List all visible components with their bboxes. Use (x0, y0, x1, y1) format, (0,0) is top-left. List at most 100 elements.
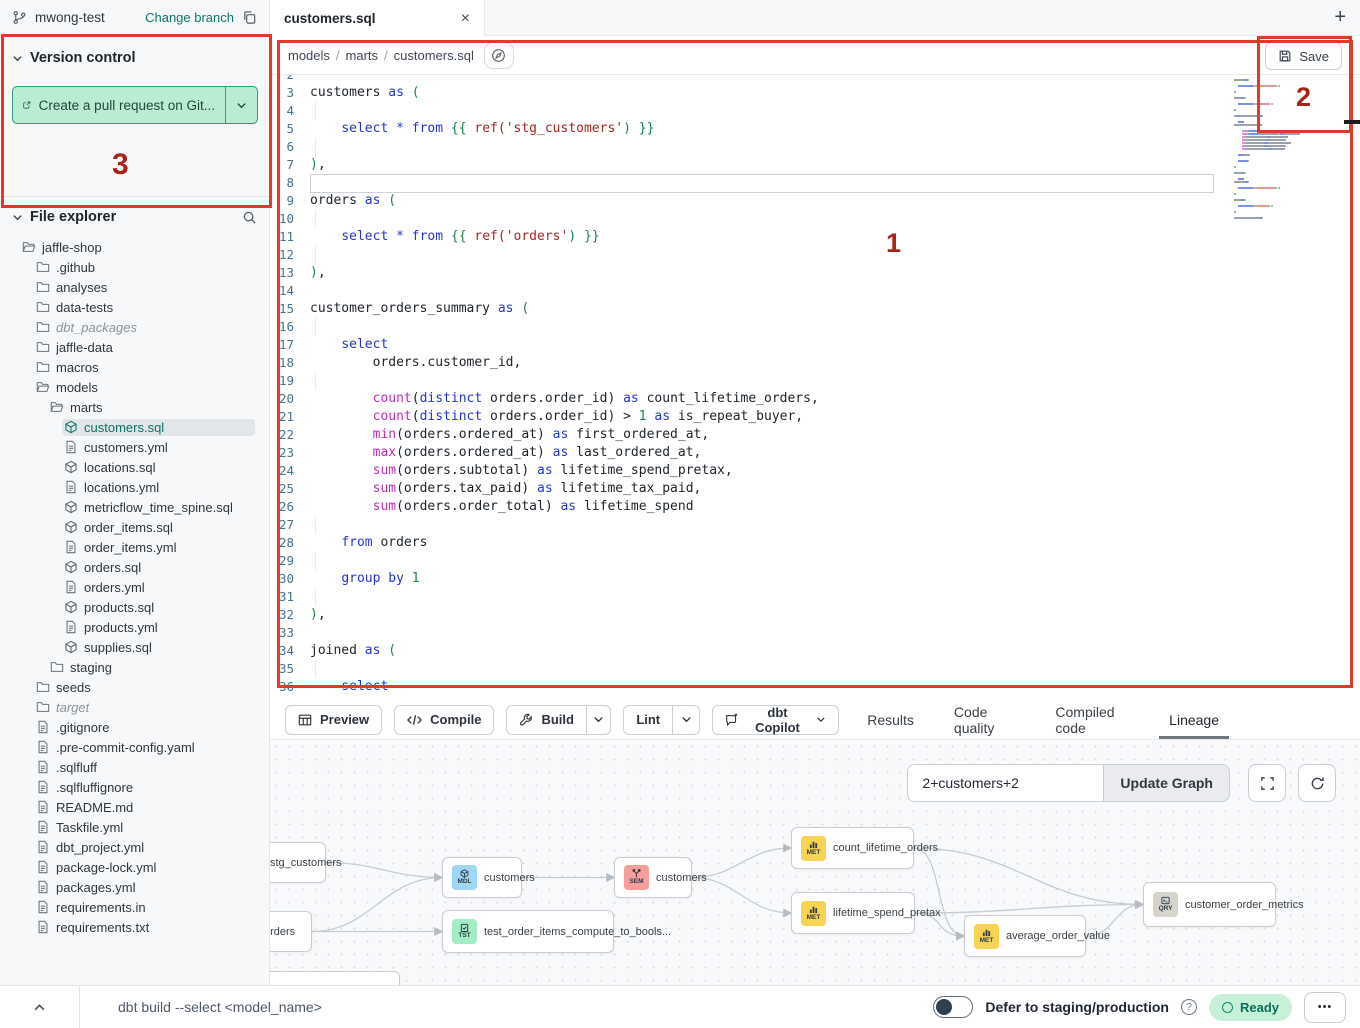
tree-item-jaffle-shop[interactable]: jaffle-shop (12, 237, 257, 257)
code-line-12[interactable]: 12 (270, 246, 1360, 264)
lint-caret-button[interactable] (672, 706, 699, 734)
tree-item-README.md[interactable]: README.md (12, 797, 257, 817)
tree-item-packages.yml[interactable]: packages.yml (12, 877, 257, 897)
code-line-2[interactable]: 2 (270, 75, 1360, 84)
version-control-header[interactable]: Version control (12, 50, 257, 66)
code-line-6[interactable]: 6 (270, 138, 1360, 156)
lineage-node-customer_order_metrics[interactable]: QRYcustomer_order_metrics (1143, 882, 1276, 927)
tree-item-customers.sql[interactable]: customers.sql (12, 417, 257, 437)
tree-item-order_items.sql[interactable]: order_items.sql (12, 517, 257, 537)
file-explorer-header[interactable]: File explorer (12, 209, 257, 225)
tree-item-orders.yml[interactable]: orders.yml (12, 577, 257, 597)
create-pull-request-button[interactable]: Create a pull request on Git... (12, 86, 258, 124)
tree-item-locations.sql[interactable]: locations.sql (12, 457, 257, 477)
build-button[interactable]: Build (507, 706, 586, 734)
code-line-4[interactable]: 4 (270, 102, 1360, 120)
save-button[interactable]: Save (1265, 42, 1342, 70)
preview-button[interactable]: Preview (285, 705, 382, 735)
code-line-34[interactable]: 34joined as ( (270, 642, 1360, 660)
code-line-19[interactable]: 19 (270, 372, 1360, 390)
lineage-node-orders[interactable]: MDLorders (270, 911, 312, 952)
code-line-13[interactable]: 13), (270, 264, 1360, 282)
code-line-26[interactable]: 26 sum(orders.order_total) as lifetime_s… (270, 498, 1360, 516)
tree-item-orders.sql[interactable]: orders.sql (12, 557, 257, 577)
code-line-14[interactable]: 14 (270, 282, 1360, 300)
code-line-8[interactable]: 8 (270, 174, 1360, 192)
lineage-node-lifetime_spend_pretax[interactable]: METlifetime_spend_pretax (791, 892, 915, 934)
tab-lineage[interactable]: Lineage (1153, 700, 1235, 739)
build-caret-button[interactable] (586, 706, 610, 734)
tree-item-requirements.txt[interactable]: requirements.txt (12, 917, 257, 937)
editor-minimap[interactable] (1234, 76, 1322, 223)
refresh-button[interactable] (1298, 764, 1336, 802)
tree-item-package-lock.yml[interactable]: package-lock.yml (12, 857, 257, 877)
lineage-node-test_order_items_compute_to_bools...[interactable]: TSTtest_order_items_compute_to_bools... (442, 910, 614, 953)
code-line-23[interactable]: 23 max(orders.ordered_at) as last_ordere… (270, 444, 1360, 462)
tab-results[interactable]: Results (851, 700, 930, 739)
code-line-24[interactable]: 24 sum(orders.subtotal) as lifetime_spen… (270, 462, 1360, 480)
tree-item-.gitignore[interactable]: .gitignore (12, 717, 257, 737)
tree-item-models[interactable]: models (12, 377, 257, 397)
tree-item-customers.yml[interactable]: customers.yml (12, 437, 257, 457)
tree-item-metricflow_time_spine.sql[interactable]: metricflow_time_spine.sql (12, 497, 257, 517)
tab-customers-sql[interactable]: customers.sql × (270, 0, 485, 37)
tree-item-data-tests[interactable]: data-tests (12, 297, 257, 317)
compile-button[interactable]: Compile (394, 705, 494, 735)
code-line-22[interactable]: 22 min(orders.ordered_at) as first_order… (270, 426, 1360, 444)
help-icon[interactable]: ? (1181, 999, 1197, 1015)
code-line-33[interactable]: 33 (270, 624, 1360, 642)
defer-toggle[interactable] (933, 996, 973, 1018)
command-placeholder[interactable]: dbt build --select <model_name> (118, 999, 322, 1015)
tree-item-locations.yml[interactable]: locations.yml (12, 477, 257, 497)
code-line-30[interactable]: 30 group by 1 (270, 570, 1360, 588)
code-line-35[interactable]: 35 (270, 660, 1360, 678)
tree-item-jaffle-data[interactable]: jaffle-data (12, 337, 257, 357)
model-health-compass-button[interactable] (484, 42, 514, 69)
search-icon[interactable] (242, 210, 257, 225)
code-line-17[interactable]: 17 select (270, 336, 1360, 354)
lineage-node-customers[interactable]: SEMcustomers (614, 857, 692, 898)
new-tab-button[interactable]: + (1334, 6, 1346, 29)
tab-code-quality[interactable]: Code quality (938, 700, 1031, 739)
tree-item-.pre-commit-config.yaml[interactable]: .pre-commit-config.yaml (12, 737, 257, 757)
lineage-selector-input[interactable] (907, 764, 1103, 802)
copy-icon[interactable] (242, 10, 257, 25)
tree-item-dbt_packages[interactable]: dbt_packages (12, 317, 257, 337)
create-pull-request-caret[interactable] (225, 87, 257, 123)
lineage-node-stg_customers[interactable]: MDLstg_customers (270, 842, 326, 883)
code-line-3[interactable]: 3customers as ( (270, 84, 1360, 102)
code-line-27[interactable]: 27 (270, 516, 1360, 534)
change-branch-link[interactable]: Change branch (145, 10, 234, 25)
code-line-10[interactable]: 10 (270, 210, 1360, 228)
code-line-18[interactable]: 18 orders.customer_id, (270, 354, 1360, 372)
tree-item-marts[interactable]: marts (12, 397, 257, 417)
lineage-node-count_lifetime_orders[interactable]: METcount_lifetime_orders (791, 827, 914, 869)
code-line-36[interactable]: 36 select (270, 678, 1360, 696)
code-line-29[interactable]: 29 (270, 552, 1360, 570)
tree-item-requirements.in[interactable]: requirements.in (12, 897, 257, 917)
tree-item-dbt_project.yml[interactable]: dbt_project.yml (12, 837, 257, 857)
code-line-28[interactable]: 28 from orders (270, 534, 1360, 552)
update-graph-button[interactable]: Update Graph (1103, 764, 1230, 802)
tree-item-order_items.yml[interactable]: order_items.yml (12, 537, 257, 557)
code-line-31[interactable]: 31 (270, 588, 1360, 606)
tree-item-products.sql[interactable]: products.sql (12, 597, 257, 617)
lineage-node-customers[interactable]: MDLcustomers (442, 857, 522, 898)
expand-command-bar-button[interactable] (0, 986, 80, 1028)
code-line-32[interactable]: 32), (270, 606, 1360, 624)
code-editor[interactable]: 23customers as (45 select * from {{ ref(… (270, 75, 1360, 700)
code-line-7[interactable]: 7), (270, 156, 1360, 174)
tree-item-Taskfile.yml[interactable]: Taskfile.yml (12, 817, 257, 837)
code-line-11[interactable]: 11 select * from {{ ref('orders') }} (270, 228, 1360, 246)
code-line-9[interactable]: 9orders as ( (270, 192, 1360, 210)
tree-item-.sqlfluff[interactable]: .sqlfluff (12, 757, 257, 777)
tree-item-.github[interactable]: .github (12, 257, 257, 277)
lint-button[interactable]: Lint (624, 706, 672, 734)
tree-item-analyses[interactable]: analyses (12, 277, 257, 297)
lineage-node-bottom_node[interactable] (270, 971, 400, 985)
code-line-15[interactable]: 15customer_orders_summary as ( (270, 300, 1360, 318)
tree-item-products.yml[interactable]: products.yml (12, 617, 257, 637)
lineage-node-average_order_value[interactable]: METaverage_order_value (964, 915, 1086, 957)
tree-item-target[interactable]: target (12, 697, 257, 717)
tree-item-.sqlfluffignore[interactable]: .sqlfluffignore (12, 777, 257, 797)
